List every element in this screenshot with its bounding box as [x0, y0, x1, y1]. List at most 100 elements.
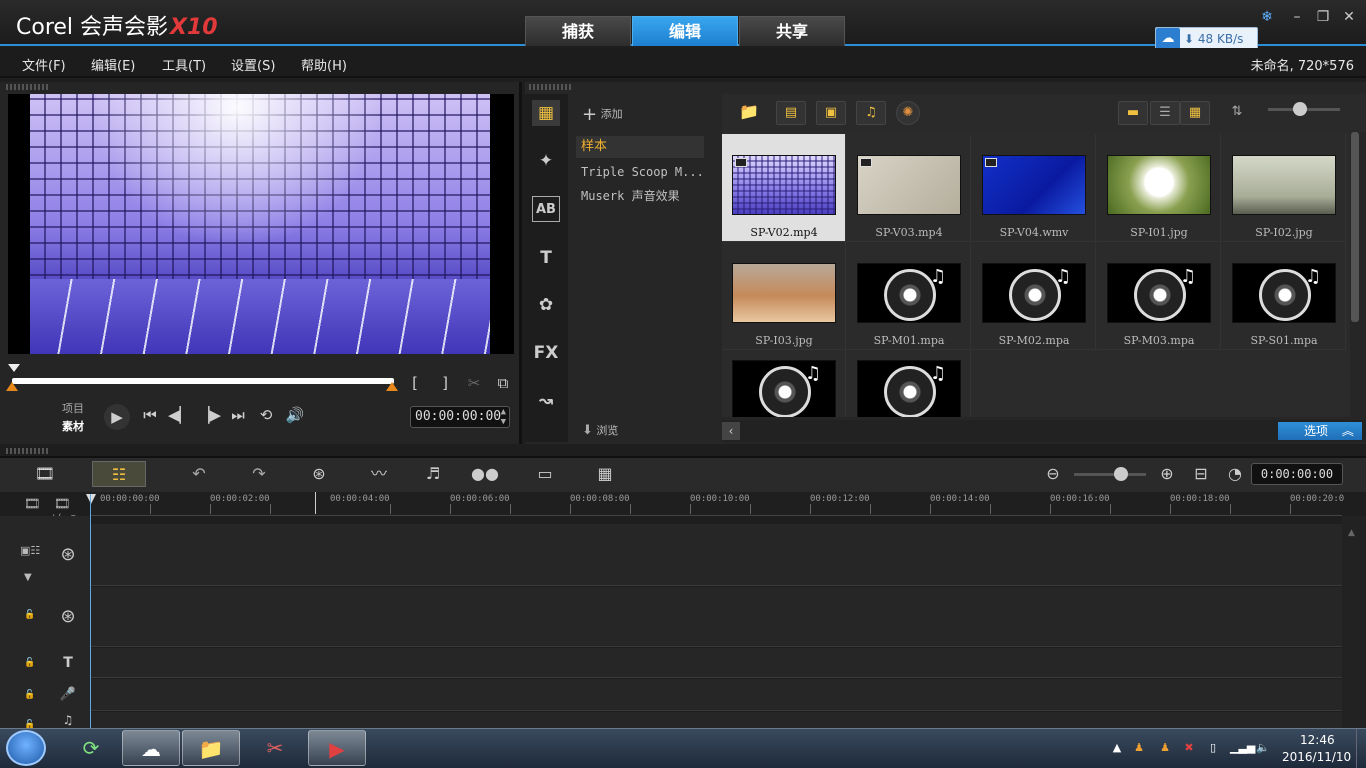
timeline-view-icon[interactable]: ☷: [92, 461, 146, 487]
media-item[interactable]: SP-I03.jpg: [722, 242, 846, 350]
timeline-scrollbar[interactable]: [1342, 516, 1366, 728]
media-library-icon[interactable]: ▦: [532, 100, 560, 126]
taskbar-paint-app[interactable]: ✂: [246, 730, 304, 766]
path-icon[interactable]: ↝: [532, 388, 560, 414]
show-audio-icon[interactable]: ♫: [856, 101, 886, 125]
home-icon[interactable]: ⏮: [140, 406, 160, 424]
storyboard-view-icon[interactable]: 🎞: [30, 461, 60, 487]
previous-frame-icon[interactable]: ◀▏: [168, 406, 191, 424]
repeat-icon[interactable]: ⟲: [256, 406, 276, 424]
next-frame-icon[interactable]: ▕▶: [198, 406, 221, 424]
tray-volume-icon[interactable]: 🔈: [1256, 741, 1270, 755]
trim-start-marker[interactable]: [6, 382, 18, 391]
media-item[interactable]: ♫ SP-M02.mpa: [972, 242, 1096, 350]
folder-item[interactable]: Triple Scoop M...: [576, 161, 704, 183]
subtitle-editor-icon[interactable]: ▭: [530, 461, 560, 487]
menu-help[interactable]: 帮助(H): [301, 55, 347, 74]
taskbar-refresh-app[interactable]: ⟳: [62, 730, 120, 766]
media-item[interactable]: ♫: [722, 350, 846, 417]
undo-icon[interactable]: ↶: [184, 461, 214, 487]
tray-device-icon[interactable]: ▯: [1206, 741, 1220, 755]
tab-capture[interactable]: 捕获: [525, 16, 631, 46]
tray-network-error-icon[interactable]: ✖: [1182, 741, 1196, 755]
all-tracks-icon[interactable]: ▣☷: [20, 544, 40, 557]
sort-icon[interactable]: ⇅: [1222, 101, 1252, 125]
voice-track[interactable]: [90, 679, 1342, 711]
browse-button[interactable]: ⬇ 浏览: [582, 422, 618, 438]
media-item[interactable]: ♫ SP-M03.mpa: [1097, 242, 1221, 350]
view-thumbnail-bar-icon[interactable]: ▬: [1118, 101, 1148, 125]
media-item[interactable]: SP-I01.jpg: [1097, 134, 1221, 242]
multi-camera-icon[interactable]: ▦: [590, 461, 620, 487]
preview-timecode[interactable]: 00:00:00:00 ▲ ▼: [410, 406, 510, 428]
graphic-icon[interactable]: ✿: [532, 292, 560, 318]
track-manager-icon[interactable]: 🎞: [24, 497, 41, 512]
menu-settings[interactable]: 设置(S): [231, 55, 275, 74]
mode-clip[interactable]: 素材: [62, 418, 84, 434]
zoom-in-icon[interactable]: ⊕: [1152, 461, 1182, 487]
tray-expand-icon[interactable]: ▲: [1110, 741, 1124, 755]
zoom-slider-knob[interactable]: [1114, 467, 1128, 481]
lock-icon[interactable]: 🔓: [24, 690, 35, 700]
panel-grip[interactable]: [529, 84, 573, 90]
clock-time[interactable]: 12:46: [1300, 733, 1335, 747]
taskbar-cloud-app[interactable]: ☁: [122, 730, 180, 766]
instant-project-icon[interactable]: ✦: [532, 148, 560, 174]
show-videos-icon[interactable]: ▤: [776, 101, 806, 125]
lock-icon[interactable]: 🔓: [24, 658, 35, 668]
tab-share[interactable]: 共享: [739, 16, 845, 46]
scissors-icon[interactable]: ✂: [465, 374, 483, 392]
expand-icon[interactable]: ▼: [24, 572, 32, 583]
show-photos-icon[interactable]: ▣: [816, 101, 846, 125]
scroll-up-icon[interactable]: ▲: [1348, 528, 1355, 538]
auto-music-icon[interactable]: ♬: [418, 461, 448, 487]
folder-icon[interactable]: 📁: [734, 101, 764, 125]
folder-item[interactable]: Muserk 声音效果: [576, 185, 704, 207]
options-button[interactable]: 选项 ︽: [1278, 422, 1362, 440]
close-icon[interactable]: ✕: [1338, 8, 1360, 26]
enlarge-icon[interactable]: ⧉: [494, 374, 512, 392]
grid-scrollbar[interactable]: [1351, 132, 1359, 322]
volume-icon[interactable]: 🔊: [284, 406, 306, 424]
media-item[interactable]: SP-V02.mp4: [722, 134, 846, 242]
media-item[interactable]: ♫: [847, 350, 971, 417]
snowflake-icon[interactable]: ❄: [1256, 8, 1278, 26]
taskbar-explorer[interactable]: 📁: [182, 730, 240, 766]
timeline-ruler[interactable]: 00:00:00:00 00:00:02:00 00:00:04:00 00:0…: [90, 492, 1344, 516]
music-track[interactable]: [90, 712, 1342, 728]
zoom-out-icon[interactable]: ⊖: [1038, 461, 1068, 487]
add-folder-button[interactable]: + 添加: [582, 104, 623, 125]
thumb-size-slider-knob[interactable]: [1293, 102, 1307, 116]
timeline-timecode[interactable]: 0:00:00:00: [1251, 463, 1343, 485]
minimize-icon[interactable]: –: [1286, 8, 1308, 26]
timecode-stepper-icon[interactable]: ▲ ▼: [501, 407, 506, 427]
playhead-handle[interactable]: [86, 494, 96, 504]
tray-app-icon[interactable]: ♟: [1132, 741, 1146, 755]
filter-icon[interactable]: FX: [532, 340, 560, 366]
transition-icon[interactable]: AB: [532, 196, 560, 222]
restore-icon[interactable]: ❐: [1312, 8, 1334, 26]
scrub-head[interactable]: [8, 364, 20, 372]
show-desktop-button[interactable]: [1356, 729, 1366, 768]
media-item[interactable]: ♫ SP-S01.mpa: [1222, 242, 1346, 350]
scrub-bar[interactable]: [12, 378, 394, 384]
clock-date[interactable]: 2016/11/10: [1282, 750, 1351, 764]
sound-mixer-icon[interactable]: 〰: [364, 461, 394, 487]
media-item[interactable]: ♫ SP-M01.mpa: [847, 242, 971, 350]
menu-edit[interactable]: 编辑(E): [91, 55, 135, 74]
tab-edit[interactable]: 编辑: [632, 16, 738, 46]
redo-icon[interactable]: ↷: [244, 461, 274, 487]
menu-file[interactable]: 文件(F): [22, 55, 66, 74]
collapse-left-icon[interactable]: ‹: [722, 422, 740, 440]
media-item[interactable]: SP-V04.wmv: [972, 134, 1096, 242]
playhead[interactable]: [90, 494, 91, 728]
overlay-track[interactable]: [90, 587, 1342, 647]
media-item[interactable]: SP-I02.jpg: [1222, 134, 1346, 242]
fit-project-icon[interactable]: ⊟: [1186, 461, 1216, 487]
mark-out-button[interactable]: ]: [438, 374, 452, 392]
panel-grip[interactable]: [6, 84, 50, 90]
record-capture-icon[interactable]: ⊛: [304, 461, 334, 487]
mode-project[interactable]: 项目: [62, 400, 84, 416]
zoom-slider[interactable]: [1074, 473, 1146, 476]
video-track[interactable]: [90, 524, 1342, 586]
